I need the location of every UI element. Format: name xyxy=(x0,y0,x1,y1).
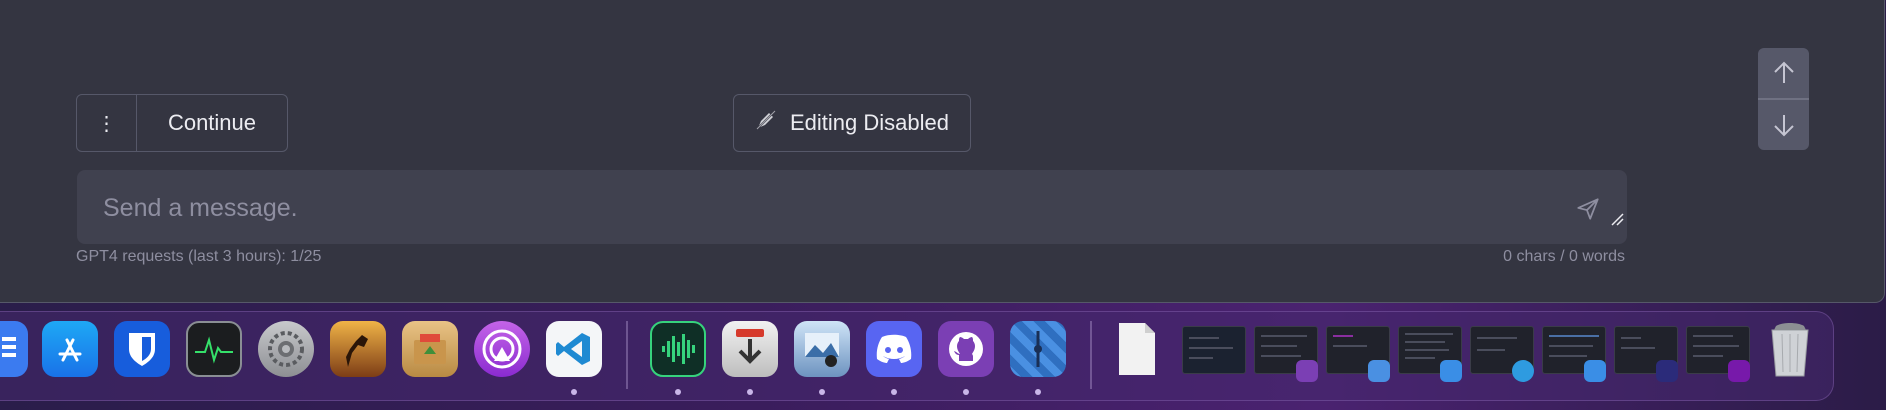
running-indicator xyxy=(675,389,681,395)
podcast-app-icon[interactable] xyxy=(474,321,530,377)
preview-icon[interactable] xyxy=(794,321,850,377)
github-badge-icon xyxy=(1296,360,1318,382)
onenote-badge-icon xyxy=(1728,360,1750,382)
pen-slash-icon xyxy=(754,108,778,138)
editing-disabled-label: Editing Disabled xyxy=(790,110,949,135)
send-icon[interactable] xyxy=(1575,196,1601,227)
message-input-box xyxy=(77,170,1627,244)
finder-badge-icon xyxy=(1584,360,1606,382)
chat-window: ⋮ Continue Editing Disabled Send a messa… xyxy=(0,0,1885,303)
minimized-window[interactable] xyxy=(1182,326,1246,374)
dock-separator xyxy=(1090,321,1092,389)
system-settings-icon[interactable] xyxy=(258,321,314,377)
arrow-up-icon xyxy=(1773,61,1794,83)
running-indicator xyxy=(747,389,753,395)
editing-disabled-button[interactable]: Editing Disabled xyxy=(733,94,971,152)
proxyman-badge-icon xyxy=(1512,360,1534,382)
split-app-icon[interactable] xyxy=(1010,321,1066,377)
running-indicator xyxy=(819,389,825,395)
running-indicator xyxy=(891,389,897,395)
running-indicator xyxy=(571,389,577,395)
continue-button[interactable]: Continue xyxy=(137,110,287,136)
split-app-badge-icon xyxy=(1368,360,1390,382)
more-options-button[interactable]: ⋮ xyxy=(77,95,137,151)
game-icon[interactable] xyxy=(330,321,386,377)
char-word-counter: 0 chars / 0 words xyxy=(1503,248,1625,265)
arrow-down-icon xyxy=(1773,115,1794,137)
usage-counter: GPT4 requests (last 3 hours): 1/25 xyxy=(76,248,322,265)
document-icon[interactable] xyxy=(1112,321,1162,377)
trash-icon[interactable] xyxy=(1762,321,1818,377)
running-indicator xyxy=(963,389,969,395)
visual-studio-code-icon[interactable] xyxy=(546,321,602,377)
dock-separator xyxy=(626,321,628,389)
scroll-down-button[interactable] xyxy=(1758,100,1809,150)
running-indicator xyxy=(1035,389,1041,395)
activity-monitor-icon[interactable] xyxy=(186,321,242,377)
scroll-buttons xyxy=(1758,48,1809,150)
resize-handle-icon[interactable] xyxy=(1610,212,1624,231)
google-docs-icon[interactable] xyxy=(0,321,28,377)
kebab-icon: ⋮ xyxy=(96,112,117,135)
audio-app-icon[interactable] xyxy=(650,321,706,377)
finder-badge-icon xyxy=(1440,360,1462,382)
bitwarden-icon[interactable] xyxy=(114,321,170,377)
github-desktop-icon[interactable] xyxy=(938,321,994,377)
downie-icon[interactable] xyxy=(722,321,778,377)
continue-button-group: ⋮ Continue xyxy=(76,94,288,152)
app-store-icon[interactable] xyxy=(42,321,98,377)
scroll-up-button[interactable] xyxy=(1758,48,1809,100)
archive-utility-icon[interactable] xyxy=(402,321,458,377)
discord-icon[interactable] xyxy=(866,321,922,377)
message-input[interactable] xyxy=(101,188,1545,228)
privacy-badge-icon xyxy=(1656,360,1678,382)
